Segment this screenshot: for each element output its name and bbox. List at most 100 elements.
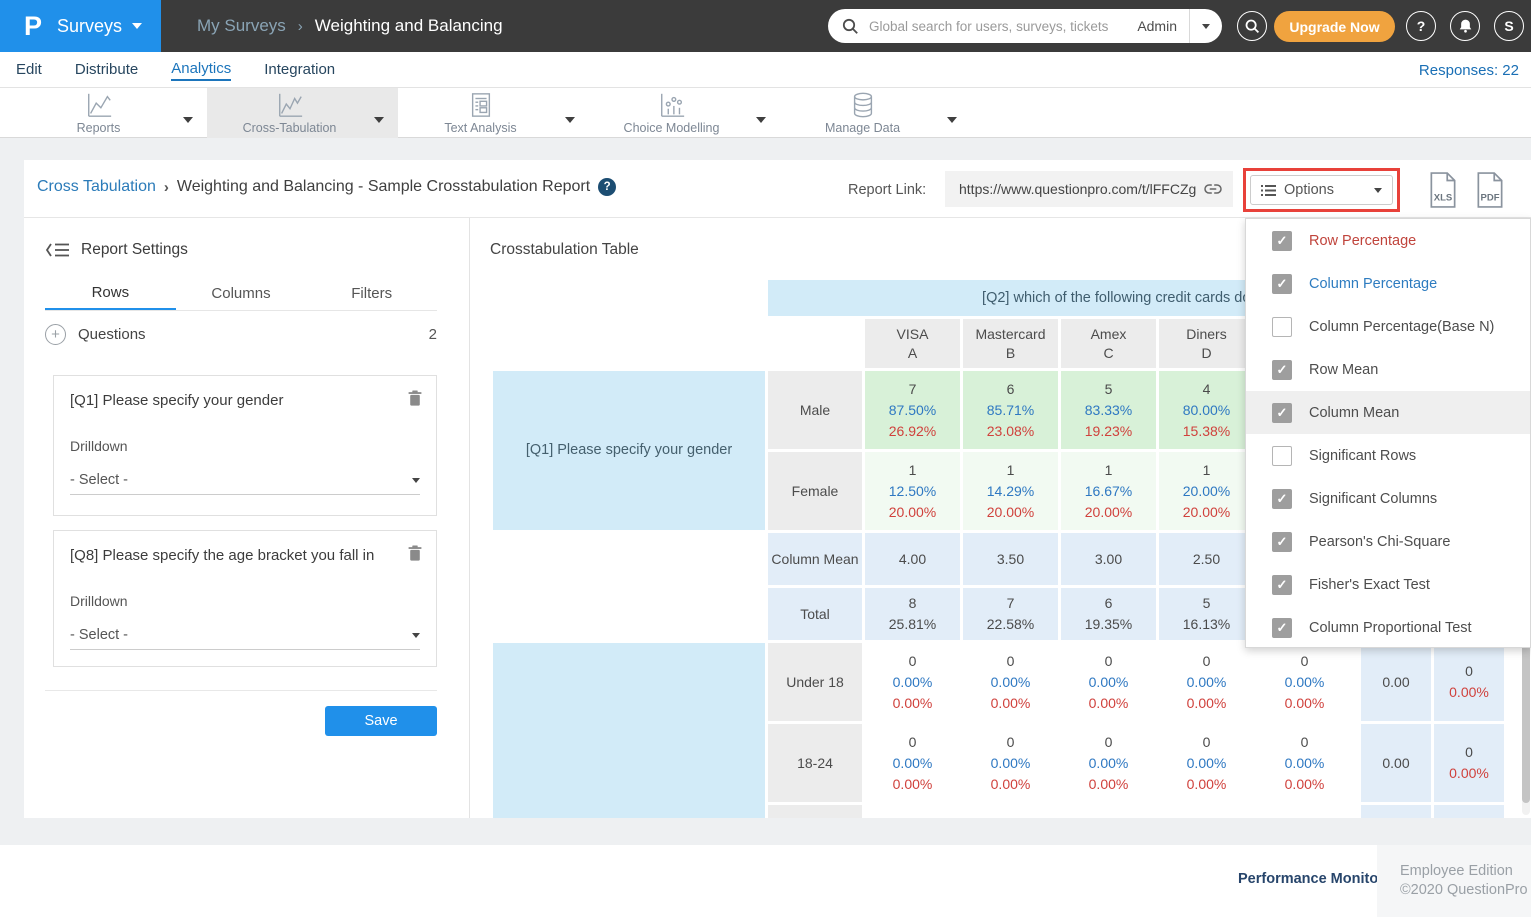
cross-tabulation-link[interactable]: Cross Tabulation xyxy=(37,178,156,196)
product-switcher[interactable]: P Surveys xyxy=(0,0,161,52)
link-icon[interactable] xyxy=(1203,181,1223,197)
chevron-down-icon[interactable] xyxy=(756,110,766,128)
questionpro-logo-icon: P xyxy=(24,11,42,42)
search-scope-select[interactable]: Admin xyxy=(1137,9,1222,43)
toolbar-item-choice-modelling[interactable]: Choice Modelling xyxy=(589,88,780,138)
unchecked-checkbox-icon[interactable] xyxy=(1272,317,1292,337)
product-name: Surveys xyxy=(57,16,122,37)
report-link-url[interactable]: https://www.questionpro.com/t/lFFCZg xyxy=(959,181,1203,197)
question-card-q8: [Q8] Please specify the age bracket you … xyxy=(53,530,437,667)
tab-rows[interactable]: Rows xyxy=(45,276,176,310)
delete-question-icon[interactable] xyxy=(408,545,422,561)
upgrade-now-button[interactable]: Upgrade Now xyxy=(1274,11,1395,42)
data-cell: 112.50%20.00% xyxy=(865,452,960,530)
toolbar-item-label: Cross-Tabulation xyxy=(243,121,337,135)
notifications-button[interactable] xyxy=(1450,11,1480,41)
data-cell: 00.00%0.00% xyxy=(1159,724,1254,802)
unchecked-checkbox-icon[interactable] xyxy=(1272,446,1292,466)
checked-checkbox-icon[interactable]: ✓ xyxy=(1272,532,1292,552)
data-cell: 00.00%0.00% xyxy=(1159,643,1254,721)
options-menu-item[interactable]: ✓Significant Columns xyxy=(1246,477,1530,520)
options-menu-item[interactable]: ✓Row Percentage xyxy=(1246,219,1530,262)
data-cell: 0.00 xyxy=(1361,724,1431,802)
breadcrumb-my-surveys[interactable]: My Surveys xyxy=(197,16,286,36)
add-question-icon[interactable]: + xyxy=(45,324,66,345)
question-card-q1: [Q1] Please specify your gender Drilldow… xyxy=(53,375,437,516)
footer: Performance Monitor Employee Edition ©20… xyxy=(0,845,1531,917)
checked-checkbox-icon[interactable]: ✓ xyxy=(1272,360,1292,380)
questions-section-header: + Questions 2 xyxy=(45,324,437,345)
search-input[interactable] xyxy=(867,18,1137,35)
chevron-down-icon[interactable] xyxy=(183,110,193,128)
search-submit-button[interactable] xyxy=(1237,11,1267,41)
report-link-field[interactable]: https://www.questionpro.com/t/lFFCZg xyxy=(945,171,1233,207)
options-menu-item[interactable]: Significant Rows xyxy=(1246,434,1530,477)
chevron-down-icon[interactable] xyxy=(565,110,575,128)
tab-distribute[interactable]: Distribute xyxy=(75,61,138,80)
data-cell: 787.50%26.92% xyxy=(865,371,960,449)
data-cell: 3.00 xyxy=(1061,533,1156,585)
chevron-down-icon[interactable] xyxy=(947,110,957,128)
options-menu-item[interactable]: ✓Column Proportional Test xyxy=(1246,606,1530,649)
tab-filters[interactable]: Filters xyxy=(306,276,437,310)
help-button[interactable]: ? xyxy=(1406,11,1436,41)
global-search[interactable]: Admin xyxy=(828,9,1222,43)
breadcrumb-separator: › xyxy=(298,18,303,35)
checked-checkbox-icon[interactable]: ✓ xyxy=(1272,575,1292,595)
data-cell: 00.00% xyxy=(1434,643,1504,721)
toolbar-item-cross-tabulation[interactable]: Cross-Tabulation xyxy=(207,88,398,138)
delete-question-icon[interactable] xyxy=(408,390,422,406)
data-cell: 120.00%20.00% xyxy=(1159,452,1254,530)
options-menu-item[interactable]: ✓Row Mean xyxy=(1246,348,1530,391)
options-menu-item[interactable]: Column Percentage(Base N) xyxy=(1246,305,1530,348)
row-header: Under 18 xyxy=(768,643,862,721)
xls-icon-label: XLS xyxy=(1434,193,1453,204)
tab-integration[interactable]: Integration xyxy=(264,61,335,80)
data-cell xyxy=(1361,805,1431,818)
toolbar-item-label: Manage Data xyxy=(825,121,900,135)
breadcrumb-separator: › xyxy=(164,179,169,196)
chevron-down-icon[interactable] xyxy=(374,110,384,128)
drilldown-label: Drilldown xyxy=(70,438,128,454)
responses-count: Responses: 22 xyxy=(1419,52,1519,88)
save-button[interactable]: Save xyxy=(325,706,437,736)
data-cell: 4.00 xyxy=(865,533,960,585)
tab-analytics[interactable]: Analytics xyxy=(171,60,231,81)
export-pdf-button[interactable]: PDF xyxy=(1475,172,1505,208)
tab-columns[interactable]: Columns xyxy=(176,276,307,310)
performance-monitor-link[interactable]: Performance Monitor xyxy=(1238,871,1384,887)
export-xls-button[interactable]: XLS xyxy=(1428,172,1458,208)
question-label: [Q1] Please specify your gender xyxy=(70,392,392,409)
options-menu-item[interactable]: ✓Column Percentage xyxy=(1246,262,1530,305)
drilldown-select[interactable]: - Select - xyxy=(70,466,420,495)
options-menu-item[interactable]: ✓Column Mean xyxy=(1246,391,1530,434)
tab-edit[interactable]: Edit xyxy=(16,61,42,80)
drilldown-select[interactable]: - Select - xyxy=(70,621,420,650)
drilldown-select-value: - Select - xyxy=(70,627,128,643)
questions-count: 2 xyxy=(429,326,437,343)
report-breadcrumb: Cross Tabulation › Weighting and Balanci… xyxy=(37,178,616,196)
data-cell: 116.67%20.00% xyxy=(1061,452,1156,530)
survey-nav-row: Edit Distribute Analytics Integration Re… xyxy=(0,52,1531,88)
row-header: Male xyxy=(768,371,862,449)
checked-checkbox-icon[interactable]: ✓ xyxy=(1272,618,1292,638)
checked-checkbox-icon[interactable]: ✓ xyxy=(1272,231,1292,251)
toolbar-item-manage-data[interactable]: Manage Data xyxy=(780,88,971,138)
collapse-panel-icon[interactable] xyxy=(45,241,71,259)
row-header xyxy=(768,805,862,818)
top-breadcrumb: My Surveys › Weighting and Balancing xyxy=(197,0,503,52)
data-cell: 00.00% xyxy=(1434,724,1504,802)
account-avatar[interactable]: S xyxy=(1494,11,1524,41)
toolbar-item-reports[interactable]: Reports xyxy=(16,88,207,138)
chevron-down-icon xyxy=(132,23,142,29)
options-menu-item[interactable]: ✓Fisher's Exact Test xyxy=(1246,563,1530,606)
checked-checkbox-icon[interactable]: ✓ xyxy=(1272,274,1292,294)
help-icon[interactable]: ? xyxy=(598,178,616,196)
toolbar-item-text-analysis[interactable]: Text Analysis xyxy=(398,88,589,138)
report-settings-panel: Report Settings Rows Columns Filters + Q… xyxy=(24,218,470,818)
options-button[interactable]: Options xyxy=(1250,175,1393,205)
checked-checkbox-icon[interactable]: ✓ xyxy=(1272,403,1292,423)
drilldown-label: Drilldown xyxy=(70,593,128,609)
checked-checkbox-icon[interactable]: ✓ xyxy=(1272,489,1292,509)
options-menu-item[interactable]: ✓Pearson's Chi-Square xyxy=(1246,520,1530,563)
